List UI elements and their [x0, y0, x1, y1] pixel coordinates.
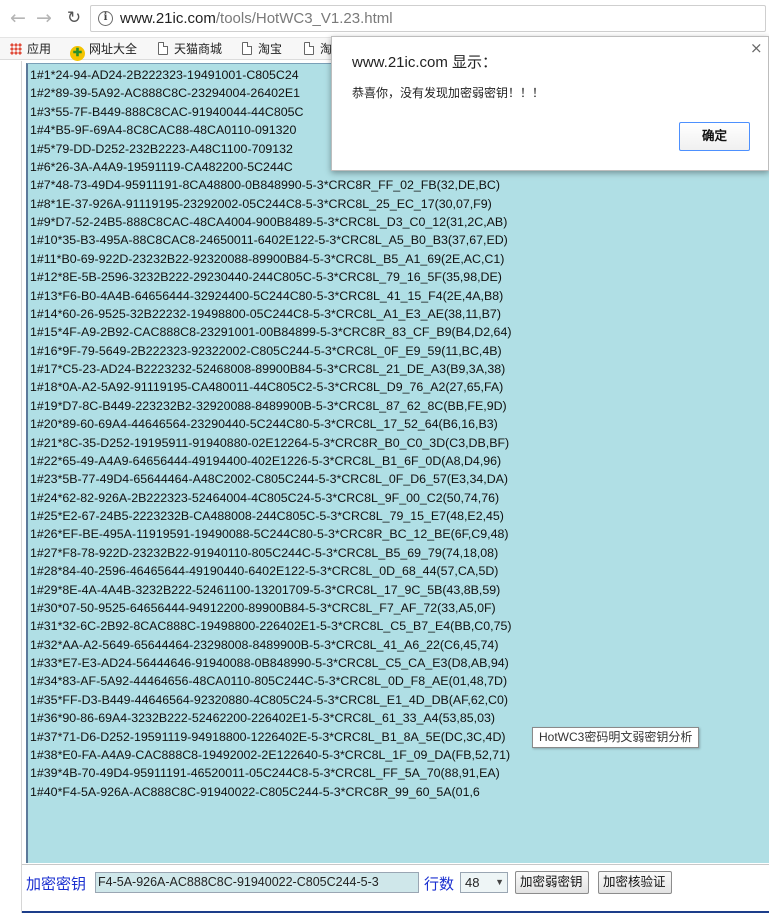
- close-icon[interactable]: ×: [750, 41, 763, 56]
- key-label: 加密密钥: [26, 876, 87, 893]
- chevron-down-icon: ▼: [495, 877, 504, 887]
- rows-value: 48: [465, 875, 480, 890]
- url-host: www.21ic.com: [120, 10, 216, 27]
- result-line: 1#12*8E-5B-2596-3232B222-29230440-244C80…: [30, 270, 502, 285]
- result-line: 1#17*C5-23-AD24-B2223232-52468008-89900B…: [30, 362, 506, 376]
- alert-dialog: www.21ic.com 显示： × 恭喜你，没有发现加密弱密钥！！！ 确定: [331, 36, 769, 171]
- hao123-icon: ✚: [70, 46, 85, 61]
- bookmark-hao123[interactable]: ✚ 网址大全: [70, 40, 138, 61]
- result-line: 1#31*32-6C-2B92-8CAC888C-19498800-226402…: [30, 619, 512, 634]
- forward-arrow-icon[interactable]: →: [32, 6, 56, 30]
- bookmark-tmall[interactable]: 天猫商城: [158, 40, 222, 58]
- result-line: 1#21*8C-35-D252-19195911-91940880-02E122…: [30, 435, 510, 450]
- url-text[interactable]: www.21ic.com/tools/HotWC3_V1.23.html: [120, 10, 393, 27]
- page-icon: [304, 42, 314, 55]
- result-line: 1#22*65-49-A4A9-64656444-49194400-402E12…: [30, 453, 502, 468]
- result-line: 1#13*F6-B0-4A4B-64656444-32924400-5C244C…: [30, 288, 504, 303]
- control-bar: 加密密钥 F4-5A-926A-AC888C8C-91940022-C805C2…: [22, 864, 769, 913]
- reload-icon[interactable]: ↻: [62, 6, 86, 30]
- result-line: 1#29*8E-4A-4A4B-3232B222-52461100-132017…: [30, 582, 501, 597]
- bookmark-label: 天猫商城: [174, 42, 223, 56]
- page-content: 1#1*24-94-AD24-2B222323-19491001-C805C24…: [0, 61, 769, 913]
- browser-toolbar: ← → ↻ i www.21ic.com/tools/HotWC3_V1.23.…: [0, 0, 769, 38]
- result-line: 1#28*84-40-2596-46465644-49190440-6402E1…: [30, 564, 499, 579]
- result-line: 1#9*D7-52-24B5-888C8CAC-48CA4004-900B848…: [30, 215, 508, 229]
- bookmark-taobao-2[interactable]: 淘: [304, 40, 332, 58]
- browser-window: ← → ↻ i www.21ic.com/tools/HotWC3_V1.23.…: [0, 0, 769, 913]
- result-line: 1#37*71-D6-D252-19591119-94918800-122640…: [30, 729, 506, 744]
- tooltip: HotWC3密码明文弱密钥分析: [532, 727, 700, 748]
- result-line: 1#24*62-82-926A-2B222323-52464004-4C805C…: [30, 490, 500, 505]
- result-line: 1#19*D7-8C-B449-223232B2-32920088-848990…: [30, 398, 507, 413]
- result-line: 1#14*60-26-9525-32B22232-19498800-05C244…: [30, 306, 501, 321]
- result-line: 1#36*90-86-69A4-3232B222-52462200-226402…: [30, 711, 496, 726]
- result-line: 1#40*F4-5A-926A-AC888C8C-91940022-C805C2…: [30, 784, 480, 799]
- left-margin: [0, 61, 22, 913]
- bookmark-label: 网址大全: [89, 42, 138, 56]
- bookmark-apps[interactable]: 应用: [10, 40, 51, 58]
- weak-key-button[interactable]: 加密弱密钥: [515, 871, 589, 894]
- result-line: 1#26*EF-BE-495A-11919591-19490088-5C244C…: [30, 527, 509, 542]
- result-line: 1#16*9F-79-5649-2B222323-92322002-C805C2…: [30, 343, 502, 358]
- result-line: 1#20*89-60-69A4-44646564-23290440-5C244C…: [30, 417, 498, 432]
- results-lines: 1#1*24-94-AD24-2B222323-19491001-C805C24…: [30, 66, 511, 801]
- result-line: 1#34*83-AF-5A92-44464656-48CA0110-805C24…: [30, 674, 508, 689]
- result-line: 1#7*48-73-49D4-95911191-8CA48800-0B84899…: [30, 178, 500, 193]
- result-line: 1#39*4B-70-49D4-95911191-46520011-05C244…: [30, 766, 500, 781]
- result-line: 1#18*0A-A2-5A92-91119195-CA480011-44C805…: [30, 380, 504, 395]
- result-line: 1#15*4F-A9-2B92-CAC888C8-23291001-00B848…: [30, 325, 512, 340]
- info-icon[interactable]: i: [98, 11, 113, 26]
- key-input[interactable]: F4-5A-926A-AC888C8C-91940022-C805C244-5-…: [95, 872, 419, 893]
- result-line: 1#10*35-B3-495A-88C8CAC8-24650011-6402E1…: [30, 233, 508, 248]
- result-line: 1#23*5B-77-49D4-65644464-A48C2002-C805C2…: [30, 472, 509, 487]
- bookmark-label: 淘宝: [258, 42, 283, 56]
- result-line: 1#30*07-50-9525-64656444-94912200-89900B…: [30, 600, 496, 615]
- result-line: 1#35*FF-D3-B449-44646564-92320880-4C805C…: [30, 692, 509, 707]
- page-icon: [242, 42, 252, 55]
- dialog-message: 恭喜你，没有发现加密弱密钥！！！: [352, 86, 545, 100]
- result-line: 1#11*B0-69-922D-23232B22-92320088-89900B…: [30, 251, 505, 266]
- url-path: /tools/HotWC3_V1.23.html: [215, 10, 393, 27]
- result-line: 1#8*1E-37-926A-91119195-23292002-05C244C…: [30, 196, 492, 211]
- address-bar[interactable]: i www.21ic.com/tools/HotWC3_V1.23.html: [90, 5, 766, 32]
- bookmark-taobao[interactable]: 淘宝: [242, 40, 282, 58]
- bookmark-label: 应用: [27, 42, 52, 56]
- back-arrow-icon[interactable]: ←: [6, 6, 30, 30]
- rows-label: 行数: [424, 876, 455, 893]
- rows-select[interactable]: 48 ▼: [460, 872, 508, 893]
- result-line: 1#27*F8-78-922D-23232B22-91940110-805C24…: [30, 545, 499, 560]
- apps-grid-icon: [10, 43, 22, 55]
- ok-button[interactable]: 确定: [679, 122, 750, 151]
- page-icon: [158, 42, 168, 55]
- result-line: 1#38*E0-FA-A4A9-CAC888C8-19492002-2E1226…: [30, 747, 511, 762]
- result-line: 1#25*E2-67-24B5-2223232B-CA488008-244C80…: [30, 509, 504, 523]
- verify-button[interactable]: 加密核验证: [598, 871, 672, 894]
- dialog-title: www.21ic.com 显示：: [352, 54, 498, 71]
- result-line: 1#33*E7-E3-AD24-56444646-91940088-0B8489…: [30, 656, 509, 670]
- result-line: 1#32*AA-A2-5649-65644464-23298008-848990…: [30, 637, 499, 652]
